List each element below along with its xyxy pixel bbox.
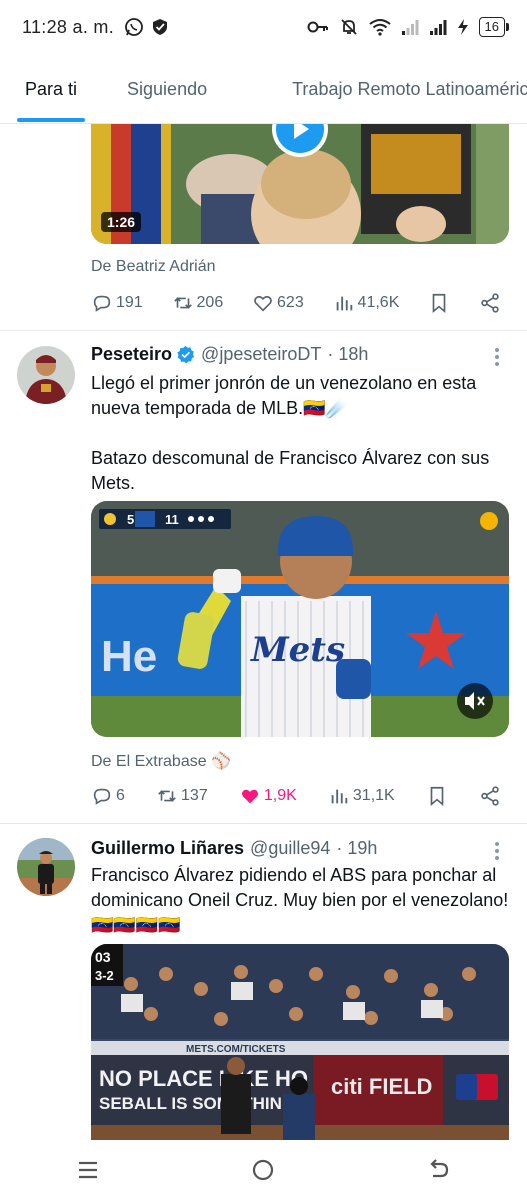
- system-navigation-bar: [0, 1140, 527, 1200]
- more-options-icon[interactable]: [495, 348, 499, 369]
- status-bar: 11:28 a. m. 16: [0, 0, 527, 54]
- tweet-1-source: De El Extrabase ⚾: [91, 753, 231, 770]
- tweet-time[interactable]: · 18h: [327, 344, 368, 365]
- reply-button[interactable]: 191: [91, 292, 143, 314]
- video-thumbnail: [91, 124, 509, 244]
- heart-filled-icon: [241, 789, 258, 804]
- tweet-2-header: Guillermo Liñares @guille94 · 19h: [91, 838, 377, 859]
- tab-para-ti[interactable]: Para ti: [0, 54, 102, 123]
- retweet-button[interactable]: 137: [156, 785, 208, 807]
- back-arrow-icon: [430, 1159, 449, 1178]
- more-options-icon[interactable]: [495, 842, 499, 863]
- key-icon: [307, 21, 328, 33]
- source-author-link[interactable]: Beatriz Adrián: [116, 258, 216, 275]
- retweet-icon: [173, 297, 192, 309]
- tweet-1-video[interactable]: He Mets 5 11: [91, 501, 509, 737]
- views-button[interactable]: 41,6K: [333, 292, 399, 314]
- home-circle-icon: [253, 1159, 274, 1181]
- video-duration: 1:26: [101, 212, 142, 232]
- svg-text:03: 03: [95, 949, 111, 965]
- like-button[interactable]: 1,9K: [239, 785, 297, 807]
- svg-text:He: He: [101, 632, 157, 681]
- avatar-peseteiro[interactable]: [17, 346, 75, 404]
- url-text: METS.COM/TICKETS: [186, 1044, 286, 1055]
- retweet-icon: [158, 790, 176, 802]
- tweet-2-video[interactable]: 03 3-2 METS.COM/TICKETS NO PLACE LIKE HO…: [91, 944, 509, 1140]
- muted-bell-icon: [340, 19, 357, 35]
- shield-check-icon: [153, 19, 168, 35]
- bookmark-icon: [430, 786, 444, 807]
- bookmark-icon: [432, 293, 446, 314]
- author-handle[interactable]: @guille94: [250, 838, 330, 859]
- home-button[interactable]: [243, 1150, 283, 1190]
- retweet-button[interactable]: 206: [172, 292, 223, 314]
- svg-text:3-2: 3-2: [95, 968, 114, 983]
- svg-text:Mets: Mets: [250, 630, 345, 670]
- views-icon: [336, 296, 352, 311]
- share-icon: [481, 293, 499, 313]
- tweet-divider: [0, 330, 527, 331]
- scorebug-away: 5: [127, 512, 134, 527]
- share-button[interactable]: [479, 785, 501, 807]
- author-name[interactable]: Guillermo Liñares: [91, 838, 244, 859]
- menu-lines-icon: [78, 1161, 97, 1179]
- battery-indicator: 16: [478, 17, 510, 37]
- status-time: 11:28 a. m.: [22, 16, 115, 37]
- author-handle[interactable]: @jpeseteiroDT: [201, 344, 321, 365]
- reply-icon: [93, 295, 111, 312]
- views-button[interactable]: 31,1K: [328, 785, 395, 807]
- wifi-icon: [368, 19, 391, 36]
- scorebug-home: 11: [165, 512, 179, 527]
- heart-icon: [254, 295, 272, 312]
- share-button[interactable]: [479, 292, 501, 314]
- recent-apps-button[interactable]: [68, 1150, 108, 1190]
- reply-button[interactable]: 6: [91, 785, 125, 807]
- tweet-1-header: Peseteiro @jpeseteiroDT · 18h: [91, 344, 368, 365]
- video-thumbnail: 03 3-2 METS.COM/TICKETS NO PLACE LIKE HO…: [91, 944, 509, 1140]
- banner-right: citi FIELD: [331, 1074, 432, 1099]
- whatsapp-icon: [125, 18, 143, 36]
- reply-icon: [93, 788, 111, 805]
- author-name[interactable]: Peseteiro: [91, 344, 172, 365]
- tweet-top-video[interactable]: 1:26: [91, 124, 509, 244]
- tab-siguiendo[interactable]: Siguiendo: [102, 54, 232, 123]
- back-button[interactable]: [419, 1150, 459, 1190]
- signal-icon-2: [429, 20, 447, 35]
- tweet-top-source: De Beatriz Adrián: [91, 258, 216, 275]
- tweet-2-text: Francisco Álvarez pidiendo el ABS para p…: [91, 865, 509, 935]
- verified-badge-icon: [177, 345, 195, 364]
- tab-trabajo-remoto[interactable]: Trabajo Remoto Latinoamérica: [232, 54, 527, 123]
- views-icon: [331, 789, 348, 804]
- tweet-1-actions: 6 137 1,9K 31,1K: [91, 785, 501, 807]
- timeline-tabs: Para ti Siguiendo Trabajo Remoto Latinoa…: [0, 54, 527, 124]
- source-author-link[interactable]: El Extrabase ⚾: [116, 753, 231, 770]
- like-button[interactable]: 623: [252, 292, 304, 314]
- video-thumbnail: He Mets 5 11: [91, 501, 509, 737]
- tweet-divider: [0, 823, 527, 824]
- banner-text-2: SEBALL IS SOMETHIN: [99, 1094, 282, 1113]
- banner-text-1: NO PLACE LIKE HO: [99, 1066, 308, 1091]
- share-icon: [481, 786, 499, 806]
- tweet-top-actions: 191 206 623 41,6K: [91, 292, 501, 314]
- bookmark-button[interactable]: [428, 292, 450, 314]
- tweet-time[interactable]: · 19h: [336, 838, 377, 859]
- signal-icon-1: [401, 20, 419, 35]
- bookmark-button[interactable]: [426, 785, 448, 807]
- tweet-1-text: Llegó el primer jonrón de un venezolano …: [91, 373, 490, 493]
- avatar-guillermo[interactable]: [17, 838, 75, 896]
- charging-icon: [457, 19, 468, 35]
